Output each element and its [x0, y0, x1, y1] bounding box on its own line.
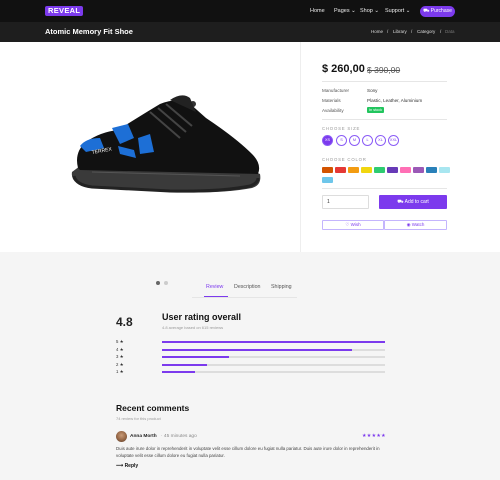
- comments-heading: Recent comments: [116, 403, 190, 413]
- choose-color-label: CHOOSE COLOR: [322, 157, 367, 162]
- cart-icon: ⛟: [423, 8, 431, 14]
- tabs-divider: [192, 297, 297, 298]
- size-l[interactable]: L: [362, 135, 373, 146]
- rating-bar-label: 5 ★: [116, 339, 124, 344]
- tab-shipping[interactable]: Shipping: [271, 284, 292, 290]
- rating-subtitle: 4.8 average based on 615 reviews: [162, 325, 224, 330]
- breadcrumb-separator: /: [387, 29, 389, 34]
- rating-bar-track: [162, 356, 385, 358]
- spec-availability-label: Availability: [322, 108, 344, 113]
- top-navbar: REVEAL Home Pages ⌄ Shop ⌄ Support ⌄ ⛟ P…: [0, 0, 500, 22]
- page-title: Atomic Memory Fit Shoe: [45, 27, 133, 36]
- size-m[interactable]: M: [349, 135, 360, 146]
- color-swatch[interactable]: [387, 167, 398, 173]
- rating-bar-track: [162, 348, 385, 351]
- product-price: $ 260,00: [322, 63, 365, 75]
- color-swatch[interactable]: [439, 167, 450, 173]
- watch-button[interactable]: ◉ Watch: [384, 220, 447, 230]
- comment-stars: ★★★★★: [362, 433, 386, 439]
- cart-icon: ⛟: [397, 199, 405, 205]
- rating-bar-fill: [162, 371, 196, 373]
- product-old-price: $ 390,00: [367, 65, 401, 75]
- tab-description[interactable]: Description: [234, 284, 261, 290]
- wish-button[interactable]: ♡ Wish: [322, 220, 384, 230]
- product-gallery: TERREX: [0, 42, 300, 285]
- breadcrumb-library[interactable]: Library: [393, 29, 407, 34]
- add-to-cart-button[interactable]: ⛟ Add to cart: [379, 195, 447, 209]
- rating-heading: User rating overall: [162, 312, 242, 322]
- comment-time: · 45 minutes ago: [161, 434, 197, 439]
- divider: [322, 119, 447, 120]
- nav-item-pages[interactable]: Pages ⌄: [334, 0, 356, 22]
- spec-manufacturer-value: Sony: [367, 88, 378, 93]
- rating-bar-label: 1 ★: [116, 369, 124, 374]
- rating-bar-track: [162, 363, 385, 366]
- color-swatch[interactable]: [374, 167, 385, 173]
- breadcrumb-category[interactable]: Category: [417, 29, 435, 34]
- color-swatch[interactable]: [335, 167, 346, 173]
- quantity-input[interactable]: 1: [322, 195, 369, 209]
- comments-subtitle: 74 review for this product: [116, 416, 161, 421]
- rating-bar-fill: [162, 348, 352, 351]
- spec-materials-value: Plastic, Leather, Aluminium: [367, 98, 423, 103]
- color-swatch[interactable]: [413, 167, 424, 173]
- arrow-right-icon: ⟶: [116, 463, 125, 469]
- comment-text: Duis aute irure dolor in reprehenderit i…: [116, 446, 380, 458]
- rating-bar-fill: [162, 356, 229, 358]
- size-xxl[interactable]: XXL: [388, 135, 399, 146]
- reply-button[interactable]: ⟶ Reply: [116, 463, 138, 469]
- rating-bar-label: 3 ★: [116, 354, 124, 359]
- color-swatch[interactable]: [426, 167, 437, 173]
- size-s[interactable]: S: [336, 135, 347, 146]
- rating-bar-fill: [162, 341, 385, 343]
- divider: [322, 188, 447, 189]
- color-swatch[interactable]: [400, 167, 411, 173]
- rating-score: 4.8: [116, 315, 133, 329]
- logo[interactable]: REVEAL: [45, 6, 84, 16]
- rating-bar-track: [162, 341, 385, 343]
- size-xs[interactable]: XS: [322, 135, 333, 146]
- breadcrumb-separator: /: [411, 29, 413, 34]
- avatar: [116, 431, 127, 442]
- color-swatch[interactable]: [361, 167, 372, 173]
- spec-manufacturer-label: Manufacturer: [322, 88, 350, 93]
- color-swatch[interactable]: [322, 177, 333, 183]
- breadcrumb-separator: /: [440, 29, 442, 34]
- size-xl[interactable]: XL: [375, 135, 386, 146]
- gallery-dot[interactable]: [156, 281, 160, 285]
- nav-item-home[interactable]: Home: [310, 0, 325, 22]
- rating-bar-label: 2 ★: [116, 361, 124, 367]
- spec-materials-label: Materials: [322, 98, 341, 103]
- color-swatch[interactable]: [322, 167, 333, 173]
- tab-review[interactable]: Review: [206, 284, 223, 290]
- breadcrumb-home[interactable]: Home: [371, 29, 383, 34]
- gallery-dot[interactable]: [164, 281, 168, 285]
- comment-author[interactable]: Anna Morth: [130, 434, 157, 439]
- color-swatch[interactable]: [348, 167, 359, 173]
- divider: [322, 81, 447, 82]
- choose-size-label: CHOOSE SIZE: [322, 126, 361, 131]
- tab-active-indicator: [204, 296, 228, 297]
- rating-bar-track: [162, 371, 385, 373]
- availability-badge: In stock: [367, 107, 385, 113]
- nav-item-shop[interactable]: Shop ⌄: [360, 0, 379, 22]
- rating-bar-fill: [162, 363, 207, 366]
- product-image[interactable]: TERREX: [0, 42, 300, 252]
- nav-item-support[interactable]: Support ⌄: [385, 0, 410, 22]
- rating-bar-label: 4 ★: [116, 346, 124, 352]
- breadcrumb-current: Data: [445, 29, 455, 34]
- purchase-button[interactable]: ⛟ Purchase: [420, 6, 455, 17]
